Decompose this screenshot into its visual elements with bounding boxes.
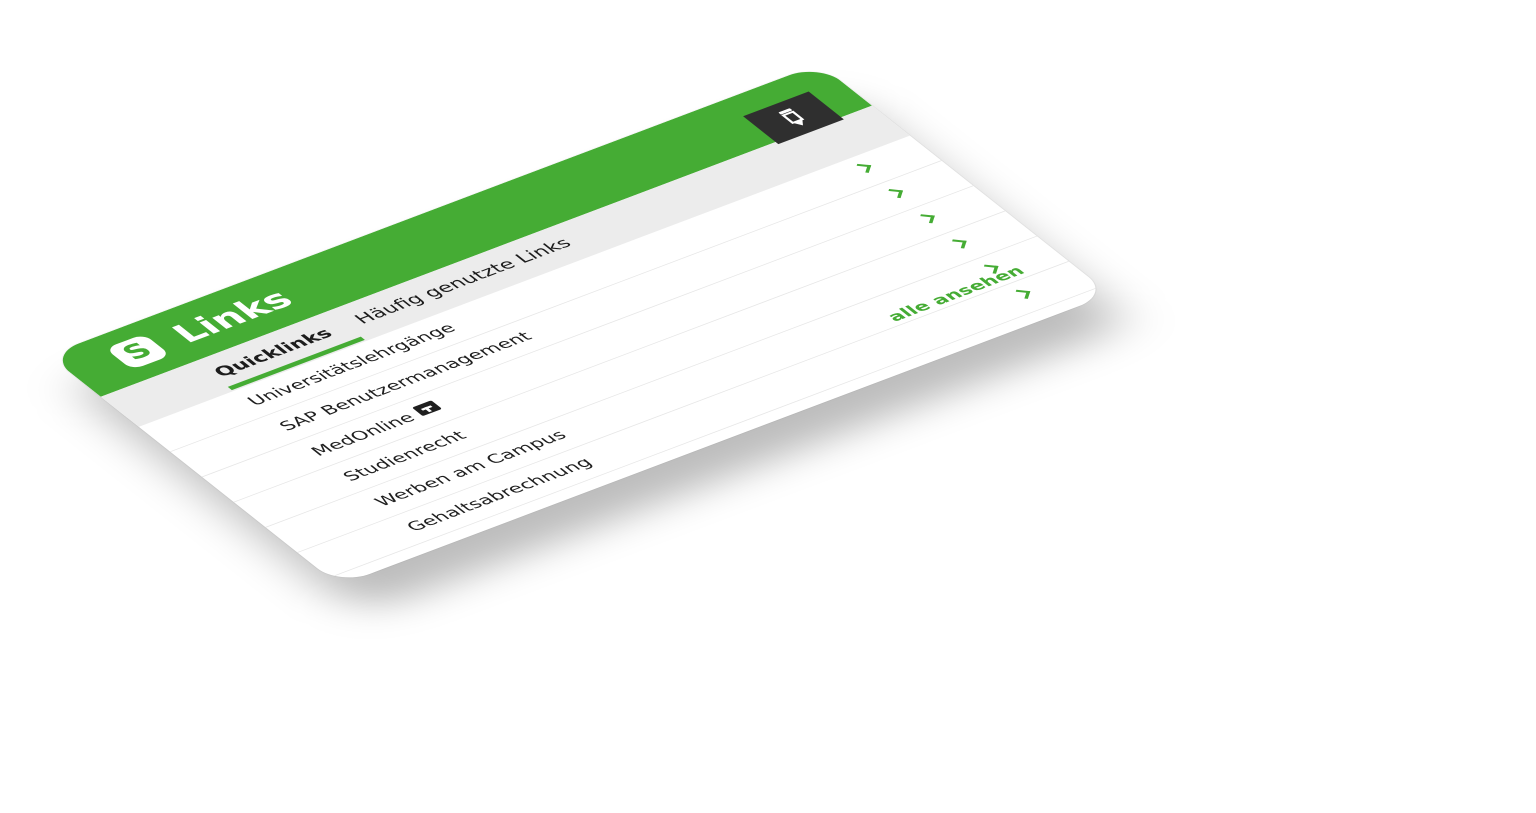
logo-icon: S (105, 333, 171, 370)
stage: S Links Quicklinks Häufig genutzte Links… (0, 0, 1536, 813)
chevron-right-icon (950, 239, 967, 249)
pencil-icon (778, 108, 805, 126)
chevron-right-icon (918, 214, 935, 224)
chevron-right-icon (886, 189, 904, 199)
chevron-right-icon (854, 163, 872, 173)
t-badge-icon (412, 400, 443, 416)
chevron-right-icon (1013, 289, 1031, 299)
